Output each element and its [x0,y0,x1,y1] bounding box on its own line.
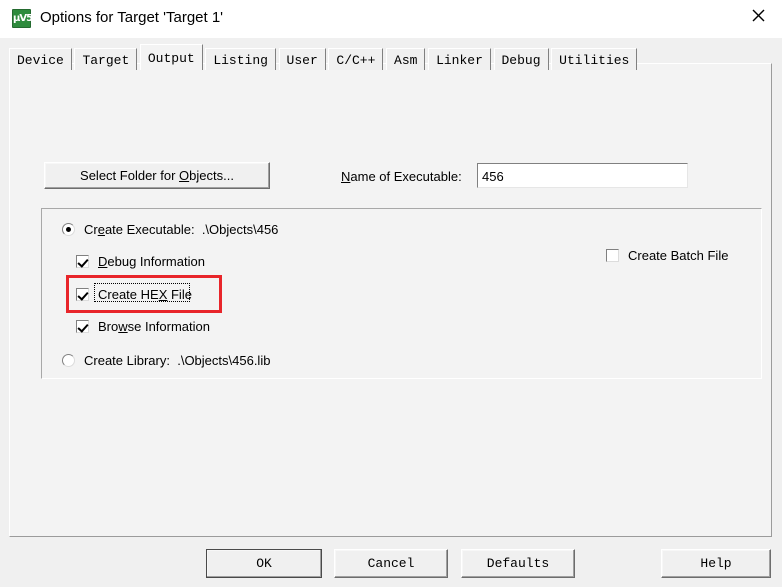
cancel-button[interactable]: Cancel [334,549,448,578]
output-tab-panel: Select Folder for Objects... Name of Exe… [9,63,772,537]
create-batch-file-checkbox[interactable]: Create Batch File [606,247,728,265]
name-of-executable-label: Name of Executable: [341,169,462,184]
ok-button[interactable]: OK [206,549,322,578]
keil-uvision-icon: μV5 [12,9,33,28]
name-of-executable-input[interactable] [477,163,688,188]
select-folder-accel: O [179,168,190,183]
tab-user[interactable]: User [278,48,326,70]
create-hex-file-checkbox[interactable]: Create HEX File [76,286,192,304]
tab-strip: Device Target Output Listing User C/C++ … [9,44,638,70]
tab-listing[interactable]: Listing [205,48,276,70]
debug-information-label: ebug Information [107,254,205,269]
checkbox-indicator-debug-information [76,255,89,268]
tab-c-cpp[interactable]: C/C++ [328,48,384,70]
create-hex-file-label-post: File [167,287,192,302]
checkbox-indicator-create-hex-file [76,288,89,301]
create-executable-label-pre: Cr [84,222,98,237]
tab-target[interactable]: Target [74,48,138,70]
help-button[interactable]: Help [661,549,771,578]
browse-information-label-post: se Information [127,319,210,334]
select-folder-label-post: bjects... [189,168,234,183]
exe-label-accel: N [341,169,351,184]
tab-asm[interactable]: Asm [386,48,426,70]
browse-information-accel: w [118,319,128,334]
title-bar: μV5 Options for Target 'Target 1' [0,0,782,38]
debug-information-checkbox[interactable]: Debug Information [76,253,205,271]
create-library-path: .\Objects\456.lib [177,353,271,368]
app-icon-glyph: μV5 [13,13,33,24]
browse-information-label-pre: Bro [98,319,119,334]
tab-device[interactable]: Device [9,48,72,70]
debug-information-accel: D [98,254,108,269]
create-executable-radio[interactable]: Create Executable: .\Objects\456 [62,221,278,239]
checkbox-indicator-browse-information [76,320,89,333]
close-icon[interactable] [736,0,782,30]
select-folder-label-pre: Select Folder for [80,168,180,183]
radio-indicator-create-library [62,354,75,367]
create-executable-label-post: ate Executable: [104,222,195,237]
tab-linker[interactable]: Linker [428,48,491,70]
create-executable-accel: e [97,222,105,237]
tab-output[interactable]: Output [139,44,203,70]
tab-utilities[interactable]: Utilities [551,48,638,70]
window-title: Options for Target 'Target 1' [40,9,224,26]
create-batch-file-label: Create Batch File [628,248,729,263]
options-dialog: μV5 Options for Target 'Target 1' Device… [0,0,782,587]
radio-indicator-create-executable [62,223,75,236]
create-library-label: Create Library: [84,353,170,368]
tab-debug[interactable]: Debug [493,48,549,70]
browse-information-checkbox[interactable]: Browse Information [76,318,210,336]
create-executable-path: .\Objects\456 [201,222,279,237]
defaults-button[interactable]: Defaults [461,549,575,578]
select-folder-for-objects-button[interactable]: Select Folder for Objects... [44,162,270,189]
checkbox-indicator-create-batch-file [606,249,619,262]
exe-label-rest: ame of Executable: [350,169,462,184]
create-library-radio[interactable]: Create Library: .\Objects\456.lib [62,352,270,370]
create-hex-file-label-pre: Create HE [98,287,159,302]
